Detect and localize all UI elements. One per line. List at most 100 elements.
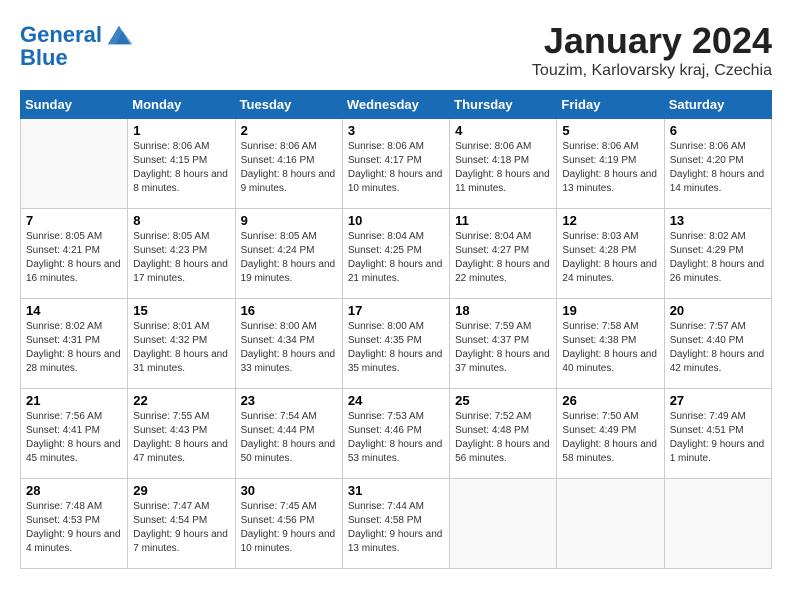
day-cell: 15 Sunrise: 8:01 AMSunset: 4:32 PMDayligh… <box>128 299 235 389</box>
day-info: Sunrise: 8:06 AMSunset: 4:17 PMDaylight:… <box>348 140 444 196</box>
day-info: Sunrise: 8:01 AMSunset: 4:32 PMDaylight:… <box>133 320 229 376</box>
day-info: Sunrise: 8:06 AMSunset: 4:19 PMDaylight:… <box>562 140 658 196</box>
day-cell: 4 Sunrise: 8:06 AMSunset: 4:18 PMDaylight… <box>450 119 557 209</box>
day-cell: 14Sunrise: 8:02 AMSunset: 4:31 PMDayligh… <box>21 299 128 389</box>
day-number: 7 <box>26 213 122 228</box>
day-cell: 27 Sunrise: 7:49 AMSunset: 4:51 PMDayligh… <box>664 389 771 479</box>
day-number: 11 <box>455 213 551 228</box>
day-cell <box>21 119 128 209</box>
day-info: Sunrise: 7:56 AMSunset: 4:41 PMDaylight:… <box>26 410 122 466</box>
day-info: Sunrise: 8:06 AMSunset: 4:20 PMDaylight:… <box>670 140 766 196</box>
day-number: 4 <box>455 123 551 138</box>
day-number: 22 <box>133 393 229 408</box>
day-number: 12 <box>562 213 658 228</box>
day-number: 2 <box>241 123 337 138</box>
day-info: Sunrise: 8:05 AMSunset: 4:23 PMDaylight:… <box>133 230 229 286</box>
day-number: 27 <box>670 393 766 408</box>
day-cell: 1 Sunrise: 8:06 AMSunset: 4:15 PMDaylight… <box>128 119 235 209</box>
week-row-4: 21 Sunrise: 7:56 AMSunset: 4:41 PMDayligh… <box>21 389 772 479</box>
weekday-header-tuesday: Tuesday <box>235 91 342 119</box>
day-number: 16 <box>241 303 337 318</box>
day-info: Sunrise: 8:03 AMSunset: 4:28 PMDaylight:… <box>562 230 658 286</box>
day-cell: 5 Sunrise: 8:06 AMSunset: 4:19 PMDaylight… <box>557 119 664 209</box>
day-cell: 16Sunrise: 8:00 AMSunset: 4:34 PMDayligh… <box>235 299 342 389</box>
day-cell: 9 Sunrise: 8:05 AMSunset: 4:24 PMDaylight… <box>235 209 342 299</box>
day-info: Sunrise: 7:57 AMSunset: 4:40 PMDaylight:… <box>670 320 766 376</box>
day-info: Sunrise: 8:04 AMSunset: 4:25 PMDaylight:… <box>348 230 444 286</box>
day-cell: 23 Sunrise: 7:54 AMSunset: 4:44 PMDayligh… <box>235 389 342 479</box>
day-number: 10 <box>348 213 444 228</box>
day-number: 17 <box>348 303 444 318</box>
week-row-2: 7 Sunrise: 8:05 AMSunset: 4:21 PMDaylight… <box>21 209 772 299</box>
weekday-header-monday: Monday <box>128 91 235 119</box>
day-info: Sunrise: 7:54 AMSunset: 4:44 PMDaylight:… <box>241 410 337 466</box>
week-row-1: 1 Sunrise: 8:06 AMSunset: 4:15 PMDaylight… <box>21 119 772 209</box>
day-cell <box>557 479 664 569</box>
day-number: 6 <box>670 123 766 138</box>
day-info: Sunrise: 7:44 AMSunset: 4:58 PMDaylight:… <box>348 500 444 556</box>
day-number: 9 <box>241 213 337 228</box>
day-number: 24 <box>348 393 444 408</box>
day-number: 13 <box>670 213 766 228</box>
weekday-header-thursday: Thursday <box>450 91 557 119</box>
logo: General Blue <box>20 20 134 70</box>
day-cell: 25 Sunrise: 7:52 AMSunset: 4:48 PMDayligh… <box>450 389 557 479</box>
day-info: Sunrise: 7:47 AMSunset: 4:54 PMDaylight:… <box>133 500 229 556</box>
day-info: Sunrise: 7:53 AMSunset: 4:46 PMDaylight:… <box>348 410 444 466</box>
day-number: 25 <box>455 393 551 408</box>
day-info: Sunrise: 7:48 AMSunset: 4:53 PMDaylight:… <box>26 500 122 556</box>
day-cell: 18 Sunrise: 7:59 AMSunset: 4:37 PMDayligh… <box>450 299 557 389</box>
day-cell: 31 Sunrise: 7:44 AMSunset: 4:58 PMDayligh… <box>342 479 449 569</box>
day-number: 28 <box>26 483 122 498</box>
day-number: 1 <box>133 123 229 138</box>
day-cell: 13 Sunrise: 8:02 AMSunset: 4:29 PMDayligh… <box>664 209 771 299</box>
location-subtitle: Touzim, Karlovarsky kraj, Czechia <box>532 62 772 80</box>
day-number: 5 <box>562 123 658 138</box>
day-info: Sunrise: 8:06 AMSunset: 4:15 PMDaylight:… <box>133 140 229 196</box>
day-number: 18 <box>455 303 551 318</box>
day-info: Sunrise: 7:50 AMSunset: 4:49 PMDaylight:… <box>562 410 658 466</box>
day-number: 30 <box>241 483 337 498</box>
day-info: Sunrise: 7:58 AMSunset: 4:38 PMDaylight:… <box>562 320 658 376</box>
day-info: Sunrise: 7:59 AMSunset: 4:37 PMDaylight:… <box>455 320 551 376</box>
day-cell: 26 Sunrise: 7:50 AMSunset: 4:49 PMDayligh… <box>557 389 664 479</box>
day-info: Sunrise: 8:06 AMSunset: 4:16 PMDaylight:… <box>241 140 337 196</box>
logo-text: General <box>20 23 102 47</box>
logo-general: General <box>20 22 102 47</box>
day-info: Sunrise: 8:05 AMSunset: 4:21 PMDaylight:… <box>26 230 122 286</box>
day-cell: 30Sunrise: 7:45 AMSunset: 4:56 PMDayligh… <box>235 479 342 569</box>
day-info: Sunrise: 8:02 AMSunset: 4:29 PMDaylight:… <box>670 230 766 286</box>
day-info: Sunrise: 7:52 AMSunset: 4:48 PMDaylight:… <box>455 410 551 466</box>
title-block: January 2024 Touzim, Karlovarsky kraj, C… <box>532 20 772 80</box>
day-info: Sunrise: 8:02 AMSunset: 4:31 PMDaylight:… <box>26 320 122 376</box>
day-cell: 6 Sunrise: 8:06 AMSunset: 4:20 PMDaylight… <box>664 119 771 209</box>
day-number: 15 <box>133 303 229 318</box>
day-cell: 2 Sunrise: 8:06 AMSunset: 4:16 PMDaylight… <box>235 119 342 209</box>
day-number: 23 <box>241 393 337 408</box>
day-cell: 24 Sunrise: 7:53 AMSunset: 4:46 PMDayligh… <box>342 389 449 479</box>
weekday-header-saturday: Saturday <box>664 91 771 119</box>
day-cell: 20Sunrise: 7:57 AMSunset: 4:40 PMDayligh… <box>664 299 771 389</box>
day-cell: 3Sunrise: 8:06 AMSunset: 4:17 PMDaylight… <box>342 119 449 209</box>
day-cell: 11 Sunrise: 8:04 AMSunset: 4:27 PMDayligh… <box>450 209 557 299</box>
day-number: 29 <box>133 483 229 498</box>
weekday-header-sunday: Sunday <box>21 91 128 119</box>
day-cell: 7 Sunrise: 8:05 AMSunset: 4:21 PMDaylight… <box>21 209 128 299</box>
day-info: Sunrise: 8:06 AMSunset: 4:18 PMDaylight:… <box>455 140 551 196</box>
day-cell: 8 Sunrise: 8:05 AMSunset: 4:23 PMDaylight… <box>128 209 235 299</box>
logo-icon <box>104 20 134 50</box>
week-row-3: 14Sunrise: 8:02 AMSunset: 4:31 PMDayligh… <box>21 299 772 389</box>
day-number: 31 <box>348 483 444 498</box>
day-info: Sunrise: 7:49 AMSunset: 4:51 PMDaylight:… <box>670 410 766 466</box>
weekday-header-row: SundayMondayTuesdayWednesdayThursdayFrid… <box>21 91 772 119</box>
day-number: 26 <box>562 393 658 408</box>
day-info: Sunrise: 8:05 AMSunset: 4:24 PMDaylight:… <box>241 230 337 286</box>
logo-blue: Blue <box>20 46 68 70</box>
day-cell: 29 Sunrise: 7:47 AMSunset: 4:54 PMDayligh… <box>128 479 235 569</box>
day-info: Sunrise: 8:04 AMSunset: 4:27 PMDaylight:… <box>455 230 551 286</box>
day-cell <box>450 479 557 569</box>
day-number: 8 <box>133 213 229 228</box>
day-cell: 19Sunrise: 7:58 AMSunset: 4:38 PMDayligh… <box>557 299 664 389</box>
day-number: 21 <box>26 393 122 408</box>
calendar-table: SundayMondayTuesdayWednesdayThursdayFrid… <box>20 90 772 569</box>
